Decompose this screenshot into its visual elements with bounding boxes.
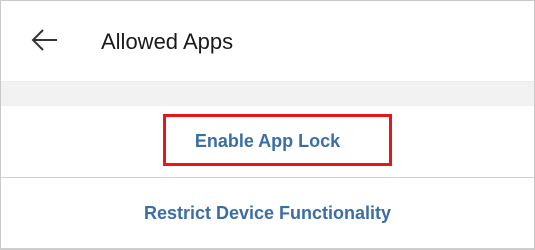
highlight-box: [163, 114, 392, 166]
app-header: Allowed Apps: [1, 1, 534, 81]
list-item-restrict-device-functionality[interactable]: Restrict Device Functionality: [1, 178, 534, 249]
arrow-left-icon[interactable]: [31, 27, 59, 53]
app-window: Allowed Apps Enable App Lock Restrict De…: [0, 0, 535, 250]
action-list: Enable App Lock Restrict Device Function…: [1, 105, 534, 249]
list-item-enable-app-lock[interactable]: Enable App Lock: [1, 105, 534, 178]
restrict-device-functionality-link[interactable]: Restrict Device Functionality: [144, 203, 391, 224]
page-title: Allowed Apps: [101, 29, 234, 54]
section-divider-band: [1, 81, 534, 106]
